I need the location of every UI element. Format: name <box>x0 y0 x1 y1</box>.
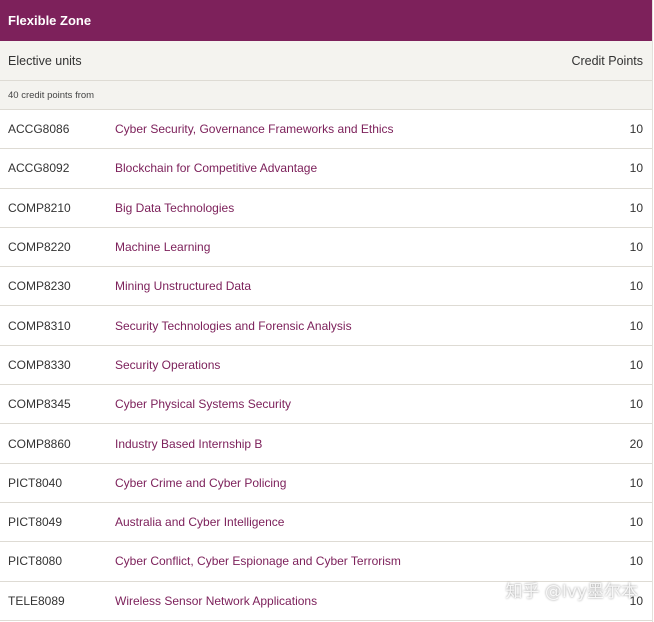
unit-title-link[interactable]: Mining Unstructured Data <box>115 279 603 293</box>
unit-credit-points: 10 <box>629 357 643 372</box>
unit-title-link[interactable]: Cyber Conflict, Cyber Espionage and Cybe… <box>115 554 603 568</box>
unit-credit-points: 20 <box>629 436 643 451</box>
unit-code: COMP8345 <box>8 397 71 412</box>
unit-credit-points: 10 <box>629 240 643 255</box>
table-row: PICT8049 Australia and Cyber Intelligence… <box>0 503 652 543</box>
unit-credit-points: 10 <box>629 161 643 176</box>
table-column-header: Elective units Credit Points <box>0 41 652 81</box>
unit-credit-points: 10 <box>629 397 643 412</box>
table-row: ACCG8092 Blockchain for Competitive Advan… <box>0 149 652 189</box>
unit-code: PICT8040 <box>8 475 63 490</box>
unit-code: COMP8310 <box>8 318 71 333</box>
unit-title-link[interactable]: Cyber Crime and Cyber Policing <box>115 476 603 490</box>
unit-code: ACCG8092 <box>8 161 70 176</box>
table-row: PICT8080 Cyber Conflict, Cyber Espionage … <box>0 542 652 582</box>
unit-code: COMP8860 <box>8 436 71 451</box>
unit-credit-points: 10 <box>629 475 643 490</box>
flexible-zone-panel: Flexible Zone Elective units Credit Poin… <box>0 0 653 622</box>
unit-code: COMP8330 <box>8 357 71 372</box>
table-row: COMP8210 Big Data Technologies 10 <box>0 189 652 228</box>
unit-title-link[interactable]: Blockchain for Competitive Advantage <box>115 161 603 175</box>
unit-title-link[interactable]: Industry Based Internship B <box>115 437 603 451</box>
unit-list: ACCG8086 Cyber Security, Governance Frame… <box>0 110 652 621</box>
unit-code: ACCG8086 <box>8 122 70 137</box>
unit-credit-points: 10 <box>629 122 643 137</box>
table-row: TELE8089 Wireless Sensor Network Applicat… <box>0 582 652 621</box>
unit-credit-points: 10 <box>629 200 643 215</box>
table-row: COMP8860 Industry Based Internship B 20 <box>0 424 652 464</box>
unit-credit-points: 10 <box>629 318 643 333</box>
zone-title: Flexible Zone <box>0 0 652 41</box>
unit-title-link[interactable]: Machine Learning <box>115 240 603 254</box>
unit-code: COMP8210 <box>8 200 71 215</box>
unit-code: PICT8080 <box>8 554 63 569</box>
column-header-units: Elective units <box>8 53 82 68</box>
unit-code: COMP8230 <box>8 279 71 294</box>
unit-title-link[interactable]: Cyber Security, Governance Frameworks an… <box>115 122 603 136</box>
table-row: COMP8310 Security Technologies and Forens… <box>0 306 652 346</box>
table-row: ACCG8086 Cyber Security, Governance Frame… <box>0 110 652 150</box>
column-header-credits: Credit Points <box>571 53 643 68</box>
unit-code: PICT8049 <box>8 515 63 530</box>
unit-credit-points: 10 <box>629 593 643 608</box>
table-row: COMP8220 Machine Learning 10 <box>0 228 652 268</box>
unit-title-link[interactable]: Big Data Technologies <box>115 201 603 215</box>
table-row: COMP8230 Mining Unstructured Data 10 <box>0 267 652 307</box>
unit-title-link[interactable]: Wireless Sensor Network Applications <box>115 594 603 608</box>
credit-requirement-note: 40 credit points from <box>0 81 652 110</box>
unit-title-link[interactable]: Australia and Cyber Intelligence <box>115 515 603 529</box>
unit-credit-points: 10 <box>629 554 643 569</box>
table-row: PICT8040 Cyber Crime and Cyber Policing 10 <box>0 464 652 503</box>
unit-title-link[interactable]: Cyber Physical Systems Security <box>115 397 603 411</box>
unit-code: COMP8220 <box>8 240 71 255</box>
unit-title-link[interactable]: Security Operations <box>115 358 603 372</box>
unit-credit-points: 10 <box>629 279 643 294</box>
unit-credit-points: 10 <box>629 515 643 530</box>
unit-code: TELE8089 <box>8 593 65 608</box>
unit-title-link[interactable]: Security Technologies and Forensic Analy… <box>115 319 603 333</box>
table-row: COMP8345 Cyber Physical Systems Security 1… <box>0 385 652 425</box>
table-row: COMP8330 Security Operations 10 <box>0 346 652 386</box>
